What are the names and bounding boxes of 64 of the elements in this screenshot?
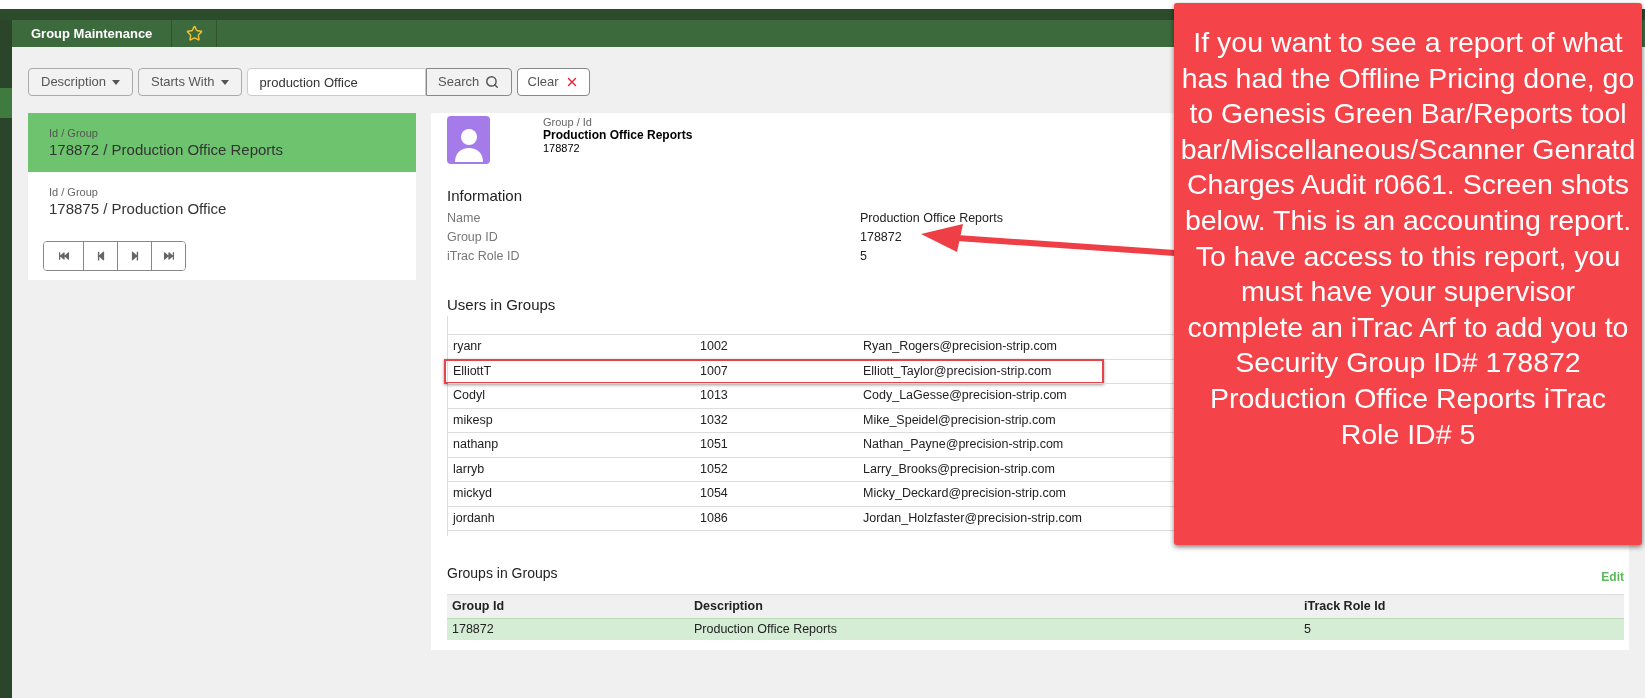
table-cell-text: Nathan_Payne@precision-strip.com xyxy=(863,436,1064,454)
table-cell-text: ryanr xyxy=(453,338,483,356)
clear-button[interactable]: Clear xyxy=(516,68,590,96)
star-icon[interactable] xyxy=(185,25,203,42)
detail-id: 178872 xyxy=(543,142,581,154)
table-cell-text: mickyd xyxy=(453,485,493,503)
detail-caption: Group / Id xyxy=(543,116,593,128)
caret-icon xyxy=(220,79,229,85)
table-cell-text: larryb xyxy=(453,460,486,478)
pager-button[interactable] xyxy=(151,242,185,270)
table-cell-text: Jordan_Holzfaster@precision-strip.com xyxy=(863,509,1083,527)
result-item[interactable]: Id / Group 178872 / Production Office Reports xyxy=(28,113,416,172)
table-cell-text: 1054 xyxy=(700,485,729,503)
column-header: Description xyxy=(694,598,764,616)
table-cell-text: Micky_Deckard@precision-strip.com xyxy=(863,485,1066,503)
field-value: Production Office Reports xyxy=(860,210,1003,228)
table-cell-text: 1032 xyxy=(700,411,729,429)
search-field[interactable]: production Office xyxy=(246,68,426,96)
last-page-icon xyxy=(163,251,174,261)
column-header: Group Id xyxy=(452,598,506,616)
table-cell-text: 1051 xyxy=(700,436,729,454)
table-cell-text: 1002 xyxy=(700,338,729,356)
table-cell-text: 1052 xyxy=(700,460,729,478)
field-label: Name xyxy=(447,210,482,228)
table-cell-text: 1086 xyxy=(700,509,729,527)
table-cell-text: 1007 xyxy=(700,362,729,380)
search-icon xyxy=(485,75,500,89)
avatar-icon xyxy=(447,116,490,164)
table-cell-text: nathanp xyxy=(453,436,500,454)
table-cell-text: ElliottT xyxy=(453,362,493,380)
result-caption: Id / Group xyxy=(49,185,99,199)
table-cell-text: 5 xyxy=(1304,621,1311,639)
field-label: Group ID xyxy=(447,229,499,247)
field-value: 178872 xyxy=(860,229,902,247)
section-heading: Users in Groups xyxy=(447,296,556,314)
table-cell-text: Codyl xyxy=(453,387,486,405)
section-heading: Information xyxy=(447,187,523,205)
result-title: 178872 / Production Office Reports xyxy=(49,139,285,159)
first-page-icon xyxy=(58,251,69,261)
result-caption: Id / Group xyxy=(49,126,99,140)
table-row[interactable]: 178872 Production Office Reports 5 xyxy=(447,618,1624,640)
search-button[interactable]: Search xyxy=(425,68,512,96)
next-page-icon xyxy=(129,251,140,261)
table-cell-text: jordanh xyxy=(453,509,496,527)
callout-text: If you want to see a report of what has had the Offline Pricing done, go to Genesis Green Bar/Reports tool bar/Miscellaneous/Scanner Genratd Charges Audit r0661. Screen shots below. This is an accounting report. To have access to this report, you must have your supervisor complete an iTrac Arf to add you to Security Group ID# 178872 Production Office Reports iTrac Role ID# 5 xyxy=(1180,25,1636,452)
field-dropdown[interactable]: Description xyxy=(28,68,134,96)
match-dropdown[interactable]: Starts With xyxy=(138,68,242,96)
section-heading: Groups in Groups xyxy=(447,564,558,582)
table-cell-text: Larry_Brooks@precision-strip.com xyxy=(863,460,1055,478)
detail-title: Production Office Reports xyxy=(543,128,693,142)
table-cell-text: Mike_Speidel@precision-strip.com xyxy=(863,411,1056,429)
column-header: iTrack Role Id xyxy=(1304,598,1386,616)
table-cell-text: Elliott_Taylor@precision-strip.com xyxy=(863,362,1052,380)
caret-icon xyxy=(112,79,121,85)
table-cell-text: 1013 xyxy=(700,387,729,405)
previous-page-icon xyxy=(95,251,106,261)
table-cell-text: Ryan_Rogers@precision-strip.com xyxy=(863,338,1057,356)
table-cell-text: Production Office Reports xyxy=(694,621,838,639)
field-label: iTrac Role ID xyxy=(447,248,521,266)
table-cell-text: Cody_LaGesse@precision-strip.com xyxy=(863,387,1067,405)
result-title: 178875 / Production Office xyxy=(49,198,228,218)
table-cell-text: mikesp xyxy=(453,411,494,429)
field-value: 5 xyxy=(860,248,867,266)
table-cell-text: 178872 xyxy=(452,621,495,639)
